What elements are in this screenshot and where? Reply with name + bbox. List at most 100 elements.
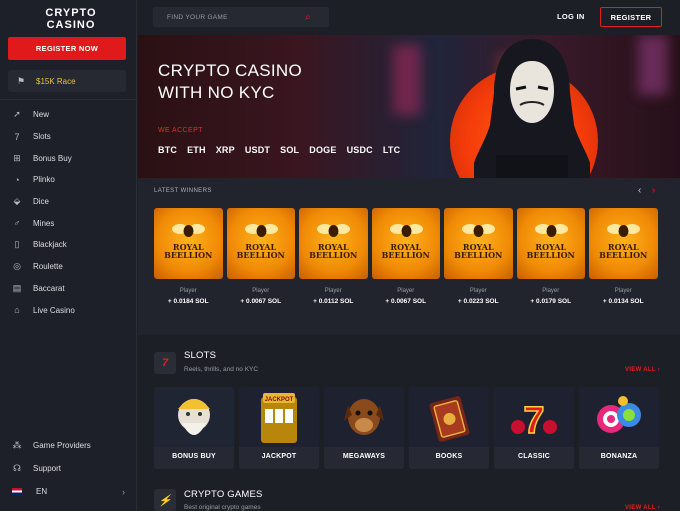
- game-logo-line2: BEELLION: [454, 250, 503, 260]
- chevron-right-icon[interactable]: ›: [652, 185, 655, 196]
- jackpot-machine-icon: JACKPOT: [239, 387, 319, 447]
- plinko-icon: ◔: [14, 174, 20, 185]
- sidebar-item-live-casino[interactable]: ⌂ Live Casino: [0, 299, 137, 321]
- casino-app: CRYPTO CASINO REGISTER NOW ⚑ $15K Race ➚…: [0, 0, 680, 511]
- game-thumbnail: ROYAL BEELLION: [226, 208, 295, 279]
- chevron-right-icon: ›: [122, 486, 125, 497]
- book-icon: [409, 387, 489, 447]
- race-promo[interactable]: ⚑ $15K Race: [8, 70, 126, 92]
- sidebar-item-support[interactable]: ☊ Support: [0, 457, 137, 480]
- category-card[interactable]: BONUS BUY: [154, 387, 234, 469]
- logo-line1: CRYPTO: [45, 7, 97, 19]
- providers-icon: ⁂: [12, 440, 22, 450]
- category-card[interactable]: BOOKS: [409, 387, 489, 469]
- winner-amount: + 0.0184 SOL: [167, 298, 209, 305]
- sidebar-item-game-providers[interactable]: ⁂ Game Providers: [0, 434, 137, 457]
- search-icon[interactable]: ⌕: [305, 12, 311, 23]
- language-label: EN: [36, 487, 48, 496]
- game-logo-text: ROYAL BEELLION: [589, 243, 658, 259]
- game-logo-text: ROYAL BEELLION: [154, 243, 223, 259]
- bee-icon: [462, 224, 495, 237]
- live-icon: ⌂: [14, 305, 20, 316]
- category-label: CLASSIC: [517, 453, 551, 460]
- language-selector[interactable]: EN ›: [0, 480, 137, 503]
- winner-name: Player: [397, 288, 415, 294]
- roulette-icon: ◎: [13, 261, 21, 272]
- sidebar-item-roulette[interactable]: ◎ Roulette: [0, 256, 137, 278]
- lightning-icon: ⚡: [154, 489, 176, 511]
- sidebar-item-blackjack[interactable]: ▯ Blackjack: [0, 234, 137, 256]
- hero-neon-light: [638, 35, 668, 95]
- sidebar-item-label: New: [33, 110, 50, 120]
- category-card[interactable]: BONANZA: [579, 387, 659, 469]
- winner-card[interactable]: ROYAL BEELLION Player + 0.0184 SOL: [154, 208, 223, 305]
- game-logo-text: ROYAL BEELLION: [299, 243, 368, 259]
- winners-carousel: ROYAL BEELLION Player + 0.0184 SOL ROYAL BEEL…: [154, 208, 658, 305]
- chevron-right-icon: ›: [657, 367, 661, 373]
- login-button[interactable]: LOG IN: [557, 12, 585, 21]
- coin-label: DOGE: [309, 145, 337, 155]
- sidebar-item-dice[interactable]: ⬙ Dice: [0, 191, 137, 213]
- winner-card[interactable]: ROYAL BEELLION Player + 0.0179 SOL: [516, 208, 585, 305]
- sidebar-item-bonus-buy[interactable]: ⊞ Bonus Buy: [0, 147, 137, 169]
- hero-banner[interactable]: CRYPTO CASINO WITH NO KYC WE ACCEPT BTC …: [138, 35, 680, 178]
- slots-seven-icon: 7: [154, 352, 176, 374]
- dice-icon: ⬙: [13, 196, 21, 207]
- coin-label: XRP: [215, 145, 235, 155]
- mine-icon: ♂: [13, 218, 21, 229]
- hero-title-line1: CRYPTO CASINO: [158, 61, 303, 80]
- winner-name: Player: [469, 288, 487, 294]
- sidebar-item-baccarat[interactable]: ▤ Baccarat: [0, 278, 137, 300]
- logo[interactable]: CRYPTO CASINO: [36, 7, 106, 31]
- game-thumbnail: ROYAL BEELLION: [589, 208, 658, 279]
- bee-icon: [607, 224, 640, 237]
- sidebar-nav: ➚ New 7 Slots ⊞ Bonus Buy ◔ Plinko ⬙ Dice ♂ Mi…: [0, 104, 137, 321]
- sidebar-item-plinko[interactable]: ◔ Plinko: [0, 169, 137, 191]
- winner-card[interactable]: ROYAL BEELLION Player + 0.0112 SOL: [299, 208, 368, 305]
- winner-card[interactable]: ROYAL BEELLION Player + 0.0067 SOL: [226, 208, 295, 305]
- sidebar-item-mines[interactable]: ♂ Mines: [0, 212, 137, 234]
- sidebar-item-label: Plinko: [33, 175, 55, 185]
- register-now-button[interactable]: REGISTER NOW: [8, 37, 126, 60]
- seven-icon: 7: [14, 131, 20, 142]
- game-logo-text: ROYAL BEELLION: [372, 243, 441, 259]
- category-card[interactable]: 7 CLASSIC: [494, 387, 574, 469]
- bee-icon: [172, 224, 205, 237]
- svg-text:JACKPOT: JACKPOT: [265, 397, 294, 403]
- bee-icon: [534, 224, 568, 237]
- bee-icon: [317, 224, 350, 237]
- view-all-link[interactable]: VIEW ALL ›: [625, 505, 660, 511]
- baccarat-icon: ▤: [12, 282, 22, 293]
- game-logo-line2: BEELLION: [381, 250, 430, 260]
- candy-icon: [579, 387, 659, 447]
- category-card[interactable]: MEGAWAYS: [324, 387, 404, 469]
- search-box[interactable]: ⌕: [153, 7, 329, 27]
- sidebar-item-label: Baccarat: [33, 283, 65, 293]
- cards-icon: ▯: [14, 239, 20, 250]
- coin-label: LTC: [382, 145, 401, 155]
- search-input[interactable]: [153, 13, 303, 21]
- game-logo-line2: BEELLION: [309, 250, 358, 260]
- view-all-link[interactable]: VIEW ALL ›: [625, 367, 660, 373]
- winner-amount: + 0.0112 SOL: [313, 298, 354, 305]
- winner-name: Player: [614, 288, 632, 294]
- sidebar-item-label: Dice: [33, 197, 50, 207]
- accepted-coins: BTC ETH XRP USDT SOL DOGE USDC LTC: [158, 145, 400, 155]
- register-button[interactable]: REGISTER: [600, 7, 662, 27]
- winner-card[interactable]: ROYAL BEELLION Player + 0.0223 SOL: [444, 208, 513, 305]
- chevron-right-icon: ›: [657, 505, 661, 511]
- sidebar-item-slots[interactable]: 7 Slots: [0, 126, 137, 148]
- winner-amount: + 0.0179 SOL: [530, 298, 572, 305]
- winner-card[interactable]: ROYAL BEELLION Player + 0.0067 SOL: [371, 208, 441, 305]
- gift-icon: ⊞: [13, 152, 21, 163]
- sidebar-item-new[interactable]: ➚ New: [0, 104, 137, 126]
- category-card[interactable]: JACKPOT JACKPOT: [239, 387, 319, 469]
- crypto-games-section: ⚡ CRYPTO GAMES Best original crypto game…: [138, 479, 680, 511]
- winner-card[interactable]: ROYAL BEELLION Player + 0.0134 SOL: [589, 208, 658, 305]
- coin-label: BTC: [158, 145, 178, 155]
- latest-winners: LATEST WINNERS ‹ › ROYAL BEELLION Player + …: [138, 178, 680, 335]
- sidebar-item-label: Blackjack: [33, 240, 67, 250]
- logo-line2: CASINO: [46, 19, 96, 31]
- chevron-left-icon[interactable]: ‹: [638, 185, 641, 196]
- rocket-icon: ➚: [13, 109, 21, 120]
